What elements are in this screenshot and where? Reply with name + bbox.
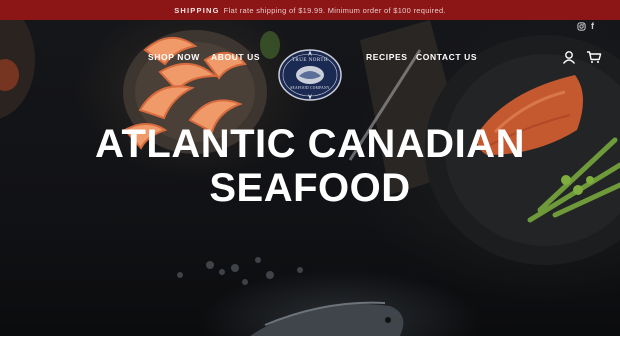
- account-icon[interactable]: [561, 49, 577, 65]
- facebook-icon[interactable]: f: [591, 21, 594, 31]
- hero-title: ATLANTIC CANADIAN SEAFOOD: [0, 122, 620, 210]
- hero-title-line2: SEAFOOD: [209, 166, 411, 210]
- announcement-bar: SHIPPING Flat rate shipping of $19.99. M…: [0, 0, 620, 20]
- nav-contact-us[interactable]: CONTACT US: [416, 52, 477, 62]
- ice: [177, 257, 303, 285]
- hero-title-line1: ATLANTIC CANADIAN: [95, 122, 525, 166]
- logo-text-top: TRUE NORTH: [291, 58, 329, 63]
- logo[interactable]: TRUE NORTH SEAFOOD COMPANY: [277, 48, 343, 102]
- nav-shop-now[interactable]: SHOP NOW: [148, 52, 200, 62]
- fish: [250, 304, 404, 336]
- announcement-text: Flat rate shipping of $19.99. Minimum or…: [223, 5, 446, 15]
- nav-about-us[interactable]: ABOUT US: [211, 52, 260, 62]
- logo-text-bottom: SEAFOOD COMPANY: [290, 86, 330, 90]
- announcement-label: SHIPPING: [174, 5, 220, 15]
- nav-recipes[interactable]: RECIPES: [366, 52, 408, 62]
- page-bottom-edge: [0, 336, 620, 343]
- instagram-icon[interactable]: [577, 22, 586, 33]
- cart-icon[interactable]: [586, 49, 602, 65]
